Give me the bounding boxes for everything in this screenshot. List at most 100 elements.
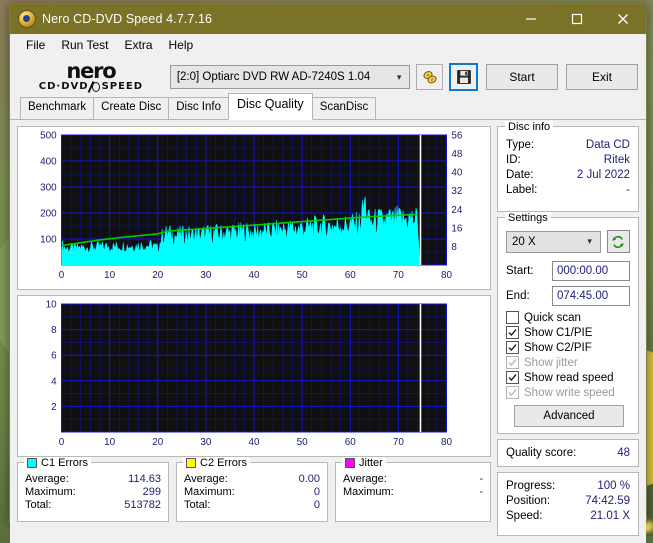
jitter-group: Jitter Average: - Maximum: -	[335, 457, 491, 522]
checkbox-show-read-speed[interactable]: Show read speed	[506, 371, 630, 384]
svg-text:70: 70	[393, 437, 404, 448]
c2-maximum-value: 0	[313, 486, 320, 498]
svg-text:56: 56	[451, 130, 462, 141]
nero-logo: nero CD·DVD SPEED	[18, 59, 164, 92]
svg-text:100: 100	[40, 234, 57, 245]
speed-select[interactable]: 20 X ▾	[506, 230, 601, 253]
close-button[interactable]	[600, 4, 646, 34]
checkbox-show-read-speed-label: Show read speed	[524, 371, 614, 384]
quality-score-value: 48	[617, 447, 630, 459]
jitter-maximum-key: Maximum:	[343, 486, 394, 498]
c1-average-value: 114.63	[128, 473, 161, 485]
c2-maximum-row: Maximum: 0	[184, 486, 320, 499]
tab-scandisc[interactable]: ScanDisc	[311, 97, 377, 119]
checkbox-show-c2-pif-box	[506, 341, 519, 354]
svg-text:48: 48	[451, 149, 462, 160]
c2-gridlines	[61, 303, 447, 433]
jitter-legend-label: Jitter	[359, 457, 383, 469]
tab-create-disc[interactable]: Create Disc	[93, 97, 170, 119]
maximize-button[interactable]	[554, 4, 600, 34]
checkbox-show-jitter: Show jitter	[506, 356, 630, 369]
svg-text:40: 40	[248, 437, 259, 448]
progress-row: Progress: 100 %	[506, 479, 630, 494]
tab-bar: Benchmark Create Disc Disc Info Disc Qua…	[10, 93, 646, 120]
svg-text:10: 10	[46, 299, 57, 310]
position-row: Position: 74:42.59	[506, 494, 630, 509]
svg-text:80: 80	[441, 437, 452, 448]
c1-legend: C1 Errors	[24, 457, 92, 469]
c2-total-key: Total:	[184, 499, 211, 511]
disc-label-row: Label: -	[506, 183, 630, 198]
check-icon	[508, 374, 517, 381]
start-input[interactable]: 000:00.00	[552, 261, 630, 281]
disc-info-group: Disc info Type: Data CD ID: Ritek Date: …	[497, 121, 639, 212]
checkbox-show-c1-pie[interactable]: Show C1/PIE	[506, 326, 630, 339]
disc-date-row: Date: 2 Jul 2022	[506, 168, 630, 183]
svg-text:24: 24	[451, 205, 462, 216]
svg-text:80: 80	[441, 270, 452, 281]
chevron-down-icon: ▾	[396, 71, 402, 82]
checkbox-show-c2-pif[interactable]: Show C2/PIF	[506, 341, 630, 354]
refresh-icon	[612, 235, 624, 248]
advanced-button[interactable]: Advanced	[514, 405, 624, 427]
svg-text:16: 16	[451, 223, 462, 234]
check-icon	[508, 329, 517, 336]
logo-sub-left: CD·DVD	[38, 81, 89, 92]
start-button[interactable]: Start	[486, 64, 559, 90]
logo-wordmark: nero	[66, 59, 116, 83]
save-button[interactable]	[449, 63, 479, 91]
c1-maximum-row: Maximum: 299	[25, 486, 161, 499]
svg-text:2: 2	[51, 402, 57, 413]
check-icon	[508, 389, 517, 396]
tab-disc-quality[interactable]: Disc Quality	[228, 93, 313, 120]
title-bar: Nero CD-DVD Speed 4.7.7.16	[10, 4, 646, 34]
menu-extra[interactable]: Extra	[116, 36, 160, 54]
jitter-maximum-row: Maximum: -	[343, 486, 483, 499]
side-panel: Disc info Type: Data CD ID: Ritek Date: …	[497, 121, 639, 536]
checkbox-quick-scan-box	[506, 311, 519, 324]
minimize-button[interactable]	[508, 4, 554, 34]
tab-disc-info[interactable]: Disc Info	[168, 97, 229, 119]
speed-key: Speed:	[506, 510, 543, 522]
c1-maximum-value: 299	[142, 486, 161, 498]
svg-text:500: 500	[40, 130, 57, 141]
progress-key: Progress:	[506, 480, 556, 492]
settings-group: Settings 20 X ▾ Start: 000:00.00 End: 07…	[497, 212, 639, 434]
c2-maximum-key: Maximum:	[184, 486, 235, 498]
end-input[interactable]: 074:45.00	[552, 286, 630, 306]
checkbox-show-c2-pif-label: Show C2/PIF	[524, 341, 592, 354]
menu-file[interactable]: File	[18, 36, 53, 54]
content-area: 100 200 300 400 500 0 10 20 30 40 50 60 70 80 8 16 24 32 4…	[10, 120, 646, 543]
disc-speed-icon-button[interactable]	[416, 64, 444, 90]
start-field-row: Start: 000:00.00	[506, 261, 630, 281]
end-field-row: End: 074:45.00	[506, 286, 630, 306]
charts-column: 100 200 300 400 500 0 10 20 30 40 50 60 70 80 8 16 24 32 4…	[17, 126, 491, 536]
c2-total-row: Total: 0	[184, 499, 320, 512]
c2-color-swatch	[186, 458, 196, 468]
c2-errors-chart: 2 4 6 8 10 0 10 20 30 40 50 60 70 80	[17, 295, 491, 457]
exit-button[interactable]: Exit	[566, 64, 639, 90]
window-title: Nero CD-DVD Speed 4.7.7.16	[42, 12, 213, 26]
checkbox-show-c1-pie-label: Show C1/PIE	[524, 326, 593, 339]
menu-run-test[interactable]: Run Test	[53, 36, 116, 54]
svg-text:50: 50	[297, 437, 308, 448]
check-icon	[508, 359, 517, 366]
svg-text:200: 200	[40, 208, 57, 219]
quality-score-label: Quality score:	[506, 447, 577, 459]
checkbox-quick-scan[interactable]: Quick scan	[506, 311, 630, 324]
jitter-maximum-value: -	[479, 486, 483, 498]
speed-value: 21.01 X	[590, 510, 630, 522]
menu-help[interactable]: Help	[161, 36, 202, 54]
c1-chart-svg: 100 200 300 400 500 0 10 20 30 40 50 60 70 80 8 16 24 32 4…	[18, 127, 490, 289]
disc-type-row: Type: Data CD	[506, 138, 630, 153]
quality-score-group: Quality score: 48	[497, 439, 639, 467]
drive-select[interactable]: [2:0] Optiarc DVD RW AD-7240S 1.04 ▾	[169, 65, 411, 89]
check-icon	[508, 344, 517, 351]
svg-text:0: 0	[59, 437, 65, 448]
jitter-average-value: -	[479, 473, 483, 485]
c1-errors-group: C1 Errors Average: 114.63 Maximum: 299 T…	[17, 457, 169, 522]
c2-legend-label: C2 Errors	[200, 457, 248, 469]
tab-benchmark[interactable]: Benchmark	[20, 97, 95, 119]
disc-info-rows: Type: Data CD ID: Ritek Date: 2 Jul 2022…	[498, 127, 638, 198]
refresh-button[interactable]	[606, 230, 630, 253]
